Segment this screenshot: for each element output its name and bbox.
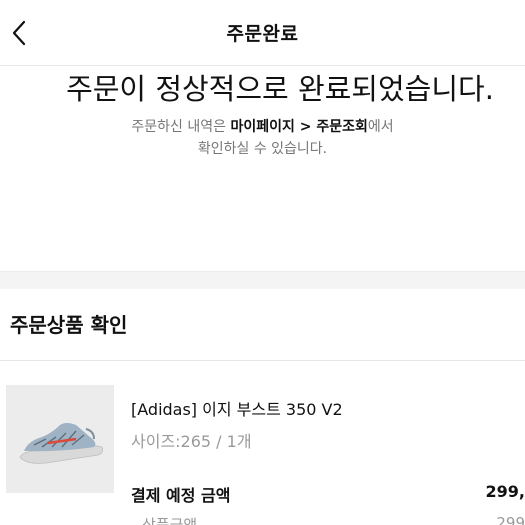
payment-amount-value: 299, [485, 482, 525, 501]
section-divider [0, 271, 525, 289]
payment-amount-label: 결제 예정 금액 [131, 486, 231, 505]
order-products-title: 주문상품 확인 [10, 313, 128, 337]
page-title: 주문완료 [226, 23, 299, 45]
product-amount-label: 상품금액 [142, 516, 198, 525]
mypage-order-lookup-link[interactable]: 마이페이지 > 주문조회 [230, 119, 367, 135]
product-name[interactable]: [Adidas] 이지 부스트 350 V2 [131, 396, 343, 420]
completion-description: 주문하신 내역은 마이페이지 > 주문조회에서 확인하실 수 있습니다. [0, 116, 525, 160]
order-complete-page: 주문완료 주문이 정상적으로 완료되었습니다. 주문하신 내역은 마이페이지 >… [0, 0, 525, 525]
completion-description-suffix: 에서 [367, 119, 394, 135]
section-divider-line [0, 360, 525, 361]
completion-heading: 주문이 정상적으로 완료되었습니다. [66, 72, 494, 106]
product-option: 사이즈:265 / 1개 [131, 432, 252, 451]
sneaker-illustration [6, 385, 114, 493]
top-app-bar: 주문완료 [0, 0, 525, 66]
sneaker-image[interactable] [6, 385, 114, 493]
completion-description-line2: 확인하실 수 있습니다. [197, 141, 328, 157]
completion-description-prefix: 주문하신 내역은 [131, 119, 231, 135]
completion-description-line1: 주문하신 내역은 마이페이지 > 주문조회에서 [0, 116, 525, 138]
product-amount-value: 299 [496, 514, 525, 525]
